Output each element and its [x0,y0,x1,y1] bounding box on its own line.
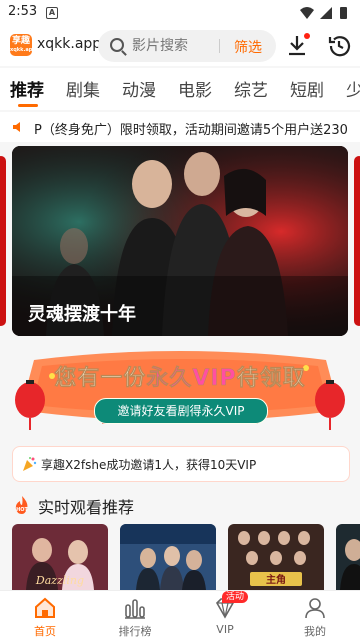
hot-flame-icon: HOT [15,496,29,514]
tab-short-drama[interactable]: 短剧 [290,76,324,101]
tab-movie[interactable]: 电影 [178,76,212,101]
nav-home-label: 首页 [34,625,56,638]
status-indicators [300,7,347,19]
wifi-icon [300,7,314,19]
section-title: 实时观看推荐 [38,498,135,517]
download-button[interactable] [285,32,311,60]
notification-dot [304,33,310,39]
nav-vip-label: VIP [216,623,234,636]
history-icon [328,36,351,57]
poster-card-2[interactable] [120,524,216,590]
poster-card-1[interactable]: Dazzling [12,524,108,590]
search-divider [219,39,220,53]
banner-caption: 灵魂摆渡十年 [28,304,136,325]
search-bar[interactable]: 筛选 [98,30,276,62]
poster-2-art [120,524,216,590]
filter-button[interactable]: 筛选 [234,37,262,57]
site-name: xqkk.app [37,36,102,52]
battery-icon [340,7,347,19]
vip-title-prefix: 您有一份 [54,366,147,392]
svg-text:HOT: HOT [16,507,28,513]
nav-profile-label: 我的 [304,625,326,638]
search-icon [110,38,124,52]
profile-icon [305,598,325,619]
tab-recommend[interactable]: 推荐 [10,76,44,101]
nav-ranking-label: 排行榜 [118,625,152,638]
status-time: 2:53 [8,4,38,19]
nav-vip[interactable]: 活动 VIP [180,591,270,641]
nav-home[interactable]: 首页 [0,591,90,641]
history-button[interactable] [326,32,352,60]
category-tabs: 推荐 剧集 动漫 电影 综艺 短剧 少 [0,68,360,110]
ranking-icon [125,599,145,619]
home-icon [35,597,55,618]
status-bar: 2:53 A [0,0,360,26]
carousel-prev-peek[interactable] [0,156,6,326]
tab-variety[interactable]: 综艺 [234,76,268,101]
signal-icon [320,7,332,19]
poster-3-title: 主角 [266,573,286,586]
tab-series[interactable]: 剧集 [66,76,100,101]
party-popper-icon [23,457,37,471]
hero-banner[interactable]: 灵魂摆渡十年 [12,146,348,336]
notice-text: P（终身免广）限时领取，活动期间邀请5个用户送230 [34,123,348,138]
nav-profile[interactable]: 我的 [270,591,360,641]
tab-partial[interactable]: 少 [346,76,360,101]
poster-card-4[interactable] [336,524,360,590]
speaker-icon [13,122,20,132]
logo-text: 享趣 [11,36,30,46]
invite-for-vip-button[interactable]: 邀请好友看剧得永久VIP [94,398,268,424]
vip-event-badge: 活动 [222,591,249,603]
search-input[interactable] [132,30,218,62]
nav-ranking[interactable]: 排行榜 [90,591,180,641]
app-logo[interactable]: 享趣 xqkk.app [10,34,36,56]
vip-title: 您有一份永久VIP待领取 [50,360,310,392]
bottom-nav: 首页 排行榜 活动 VIP 我的 [0,590,360,641]
tab-anime[interactable]: 动漫 [122,76,156,101]
active-tab-indicator [18,104,38,107]
hero-carousel: 灵魂摆渡十年 [0,146,360,336]
top-bar: 享趣 xqkk.app xqkk.app 筛选 [0,26,360,66]
invite-notice: 享趣X2fshe成功邀请1人，获得10天VIP [12,446,350,482]
section-header: HOT 实时观看推荐 [0,492,360,520]
status-app-icon: A [46,7,58,19]
notice-bar[interactable]: P（终身免广）限时领取，活动期间邀请5个用户送230 [0,112,360,142]
poster-4-art [336,524,360,590]
vip-title-suffix: 待领取 [236,366,306,392]
vip-promo-banner[interactable]: 您有一份永久VIP待领取 邀请好友看剧得永久VIP [12,346,348,432]
poster-1-art: Dazzling [12,524,108,590]
carousel-next-peek[interactable] [354,156,360,326]
poster-card-3[interactable]: 主角 [228,524,324,590]
poster-1-title: Dazzling [35,574,84,587]
poster-3-art: 主角 [228,524,324,590]
invite-text: 享趣X2fshe成功邀请1人，获得10天VIP [41,458,257,472]
vip-title-highlight: 永久VIP [146,366,237,392]
